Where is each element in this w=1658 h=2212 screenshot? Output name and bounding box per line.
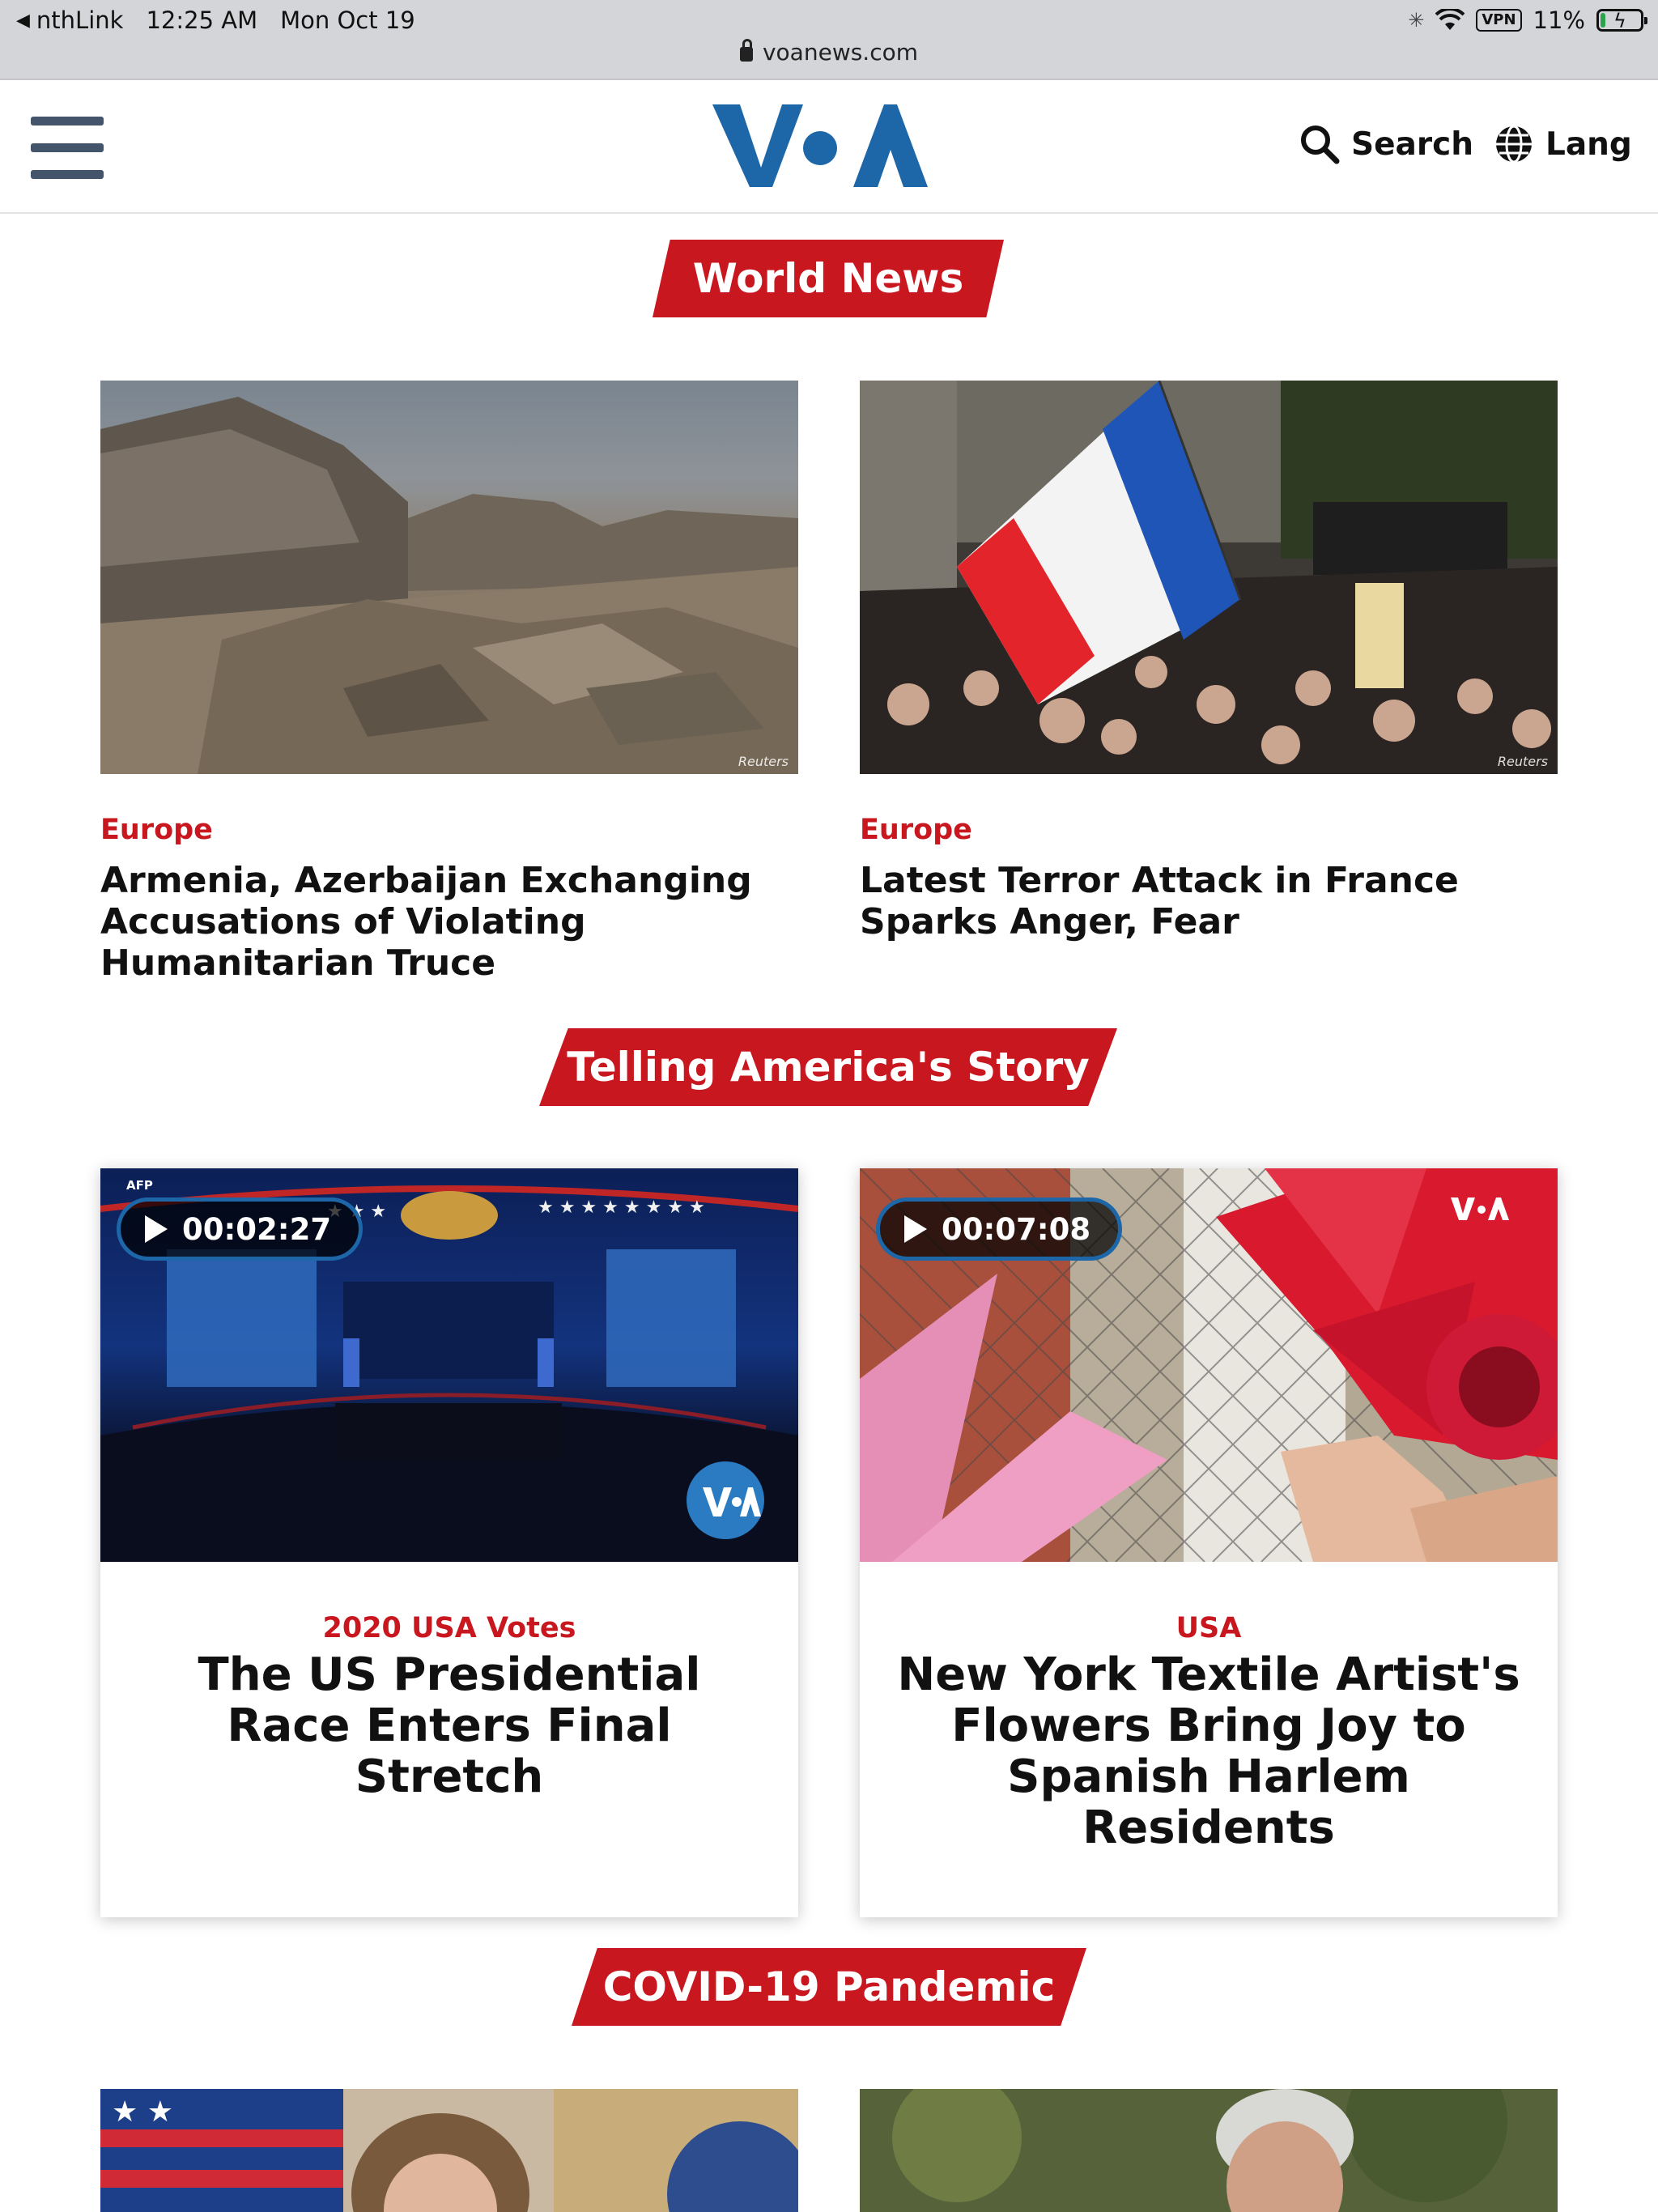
video-card[interactable]: ★ ★ ★ ★ ★ ★ ★ ★ ★ ★ ★ AFP 00:02:27 2020 …	[100, 1168, 798, 1917]
address-bar[interactable]: voanews.com	[0, 39, 1658, 66]
video-duration: 00:07:08	[942, 1211, 1091, 1247]
language-button[interactable]: Lang	[1494, 124, 1632, 164]
article-headline[interactable]: The US Presidential Race Enters Final St…	[133, 1649, 766, 1802]
lang-label: Lang	[1545, 125, 1632, 163]
status-time: 12:25 AM	[146, 6, 258, 34]
photo-credit: AFP	[126, 1178, 153, 1193]
status-bar: ◀ nthLink 12:25 AM Mon Oct 19 voanews.co…	[0, 0, 1658, 80]
address-url: voanews.com	[762, 39, 919, 66]
search-icon	[1301, 125, 1340, 164]
back-arrow-icon: ◀	[16, 10, 30, 31]
section-title-covid-19-pandemic[interactable]: COVID-19 Pandemic	[572, 1948, 1086, 2026]
voa-watermark-icon	[1451, 1197, 1509, 1220]
photo-credit: Reuters	[1497, 754, 1548, 769]
video-duration-badge[interactable]: 00:02:27	[117, 1197, 363, 1261]
article-category[interactable]: Europe	[860, 814, 972, 846]
menu-icon[interactable]	[31, 117, 104, 180]
article-headline[interactable]: Latest Terror Attack in France Sparks An…	[860, 860, 1507, 942]
section-title-world-news[interactable]: World News	[653, 240, 1004, 317]
article-category[interactable]: USA	[860, 1612, 1558, 1644]
article-image-french-flag-crowd[interactable]: Reuters	[860, 381, 1558, 774]
article-headline[interactable]: Armenia, Azerbaijan Exchanging Accusatio…	[100, 860, 780, 984]
photo-credit: Reuters	[738, 754, 789, 769]
battery-icon: ϟ	[1596, 9, 1647, 32]
article-category[interactable]: 2020 USA Votes	[100, 1612, 798, 1644]
article-image-rubble[interactable]: Reuters	[100, 381, 798, 774]
globe-icon	[1496, 125, 1532, 164]
activity-spinner-icon: ✳	[1408, 9, 1425, 32]
status-date: Mon Oct 19	[280, 6, 415, 34]
section-title-telling-americas-story[interactable]: Telling America's Story	[539, 1028, 1117, 1106]
article-headline[interactable]: New York Textile Artist's Flowers Bring …	[892, 1649, 1525, 1853]
search-label: Search	[1351, 125, 1473, 163]
video-duration-badge[interactable]: 00:07:08	[876, 1197, 1123, 1261]
voa-logo[interactable]	[712, 101, 928, 190]
back-app-name: nthLink	[36, 6, 124, 34]
wifi-icon	[1435, 9, 1465, 30]
lock-icon	[739, 39, 753, 62]
video-card[interactable]: 00:07:08 USA New York Textile Artist's F…	[860, 1168, 1558, 1917]
article-category[interactable]: Europe	[100, 814, 213, 846]
vpn-badge: VPN	[1476, 9, 1522, 32]
play-icon	[904, 1215, 927, 1243]
article-image-official-portrait[interactable]	[860, 2089, 1558, 2212]
svg-text:★ ★: ★ ★	[112, 2095, 173, 2129]
battery-percent: 11%	[1533, 6, 1585, 34]
article-image-press-briefing[interactable]: ★ ★	[100, 2089, 798, 2212]
video-duration: 00:02:27	[182, 1211, 332, 1247]
svg-text:★ ★ ★ ★ ★ ★ ★ ★: ★ ★ ★ ★ ★ ★ ★ ★	[538, 1197, 705, 1218]
voa-badge-icon	[687, 1461, 764, 1539]
search-button[interactable]: Search	[1299, 124, 1473, 164]
site-header: Search Lang	[0, 80, 1658, 214]
back-to-app-link[interactable]: ◀ nthLink	[16, 6, 123, 34]
play-icon	[145, 1215, 168, 1243]
